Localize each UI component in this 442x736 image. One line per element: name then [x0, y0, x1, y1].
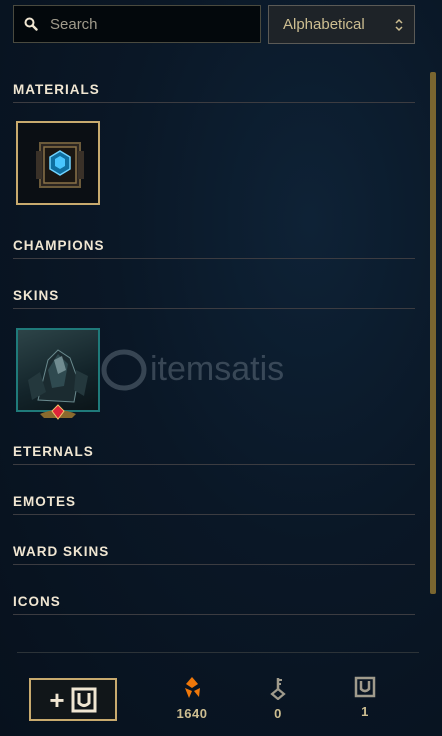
section-skins: SKINS [13, 284, 415, 309]
section-eternals: ETERNALS [13, 440, 415, 465]
sort-dropdown-value: Alphabetical [283, 16, 365, 33]
section-emotes: EMOTES [13, 490, 415, 515]
chest-icon [71, 687, 97, 712]
orange-essence-icon [185, 677, 200, 698]
key-value: 0 [274, 706, 282, 721]
hextech-chest-icon [36, 142, 84, 188]
gem-badge-icon [40, 404, 76, 420]
section-champions: CHAMPIONS [13, 234, 415, 259]
search-box[interactable] [13, 5, 261, 43]
section-icons: ICONS [13, 590, 415, 615]
section-title: EMOTES [13, 494, 77, 509]
footer-divider [17, 652, 419, 653]
chest-value: 1 [361, 704, 369, 719]
key-counter: 0 [248, 676, 308, 721]
section-title: CHAMPIONS [13, 238, 105, 253]
svg-text:itemsatis: itemsatis [150, 350, 284, 388]
sort-dropdown[interactable]: Alphabetical [268, 5, 415, 44]
up-down-chevron-icon [394, 17, 404, 33]
section-title: ETERNALS [13, 444, 94, 459]
watermark-logo: itemsatis [98, 346, 358, 394]
skin-shard-icon [28, 349, 88, 403]
section-title: WARD SKINS [13, 544, 110, 559]
orange-essence-value: 1640 [176, 706, 208, 721]
search-input[interactable] [48, 14, 232, 34]
section-title: ICONS [13, 594, 61, 609]
add-chest-button[interactable]: + [29, 678, 117, 721]
section-materials: MATERIALS [13, 78, 415, 103]
search-icon [24, 17, 38, 31]
section-ward-skins: WARD SKINS [13, 540, 415, 565]
chest-icon [354, 676, 376, 698]
key-icon [270, 678, 286, 700]
material-item-tile[interactable] [16, 121, 100, 205]
scrollbar-thumb[interactable] [430, 72, 436, 594]
section-title: SKINS [13, 288, 60, 303]
skin-item-tile[interactable] [16, 328, 100, 412]
section-title: MATERIALS [13, 82, 100, 97]
plus-label: + [49, 684, 65, 715]
chest-counter: 1 [335, 676, 395, 719]
orange-essence-counter: 1640 [162, 676, 222, 721]
